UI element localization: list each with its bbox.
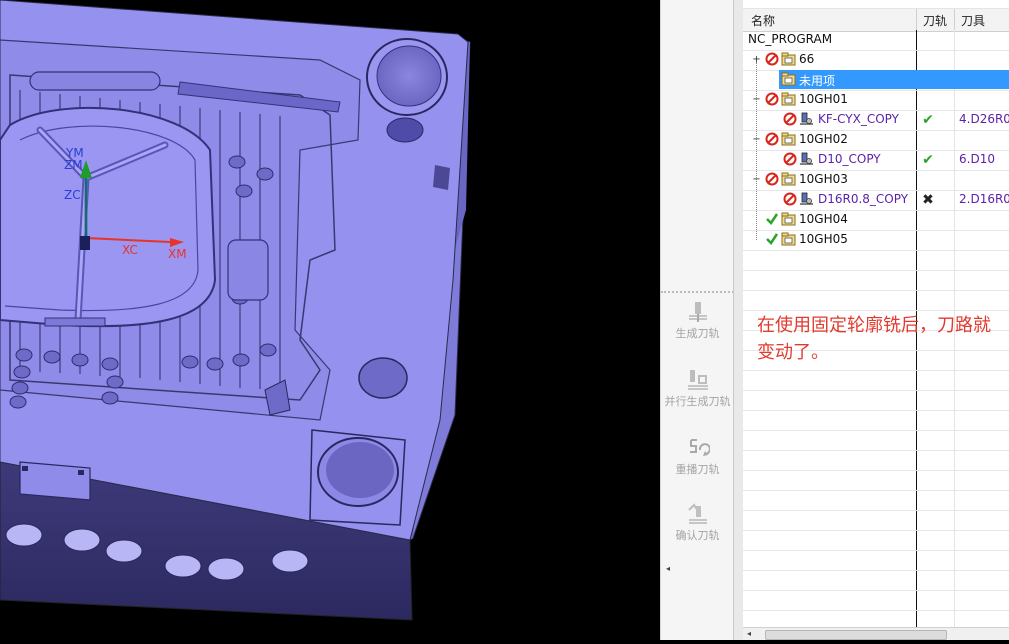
row-tool: 4.D26R0.8 [959,112,1009,126]
operation-row[interactable]: D10_COPY ✔ 6.D10 [743,150,1009,171]
row-tool: 6.D10 [959,152,995,166]
program-folder-icon [781,212,796,226]
program-folder-icon [781,72,796,86]
collapse-icon[interactable]: − [752,135,761,145]
row-tool: 2.D16R0.8 [959,192,1009,206]
parallel-generate-button[interactable]: 并行生成刀轨 [661,368,734,410]
verify-toolpath-icon [687,503,707,524]
row-name: 未用项 [799,74,836,88]
axis-label-xc: XC [122,243,138,257]
program-folder-icon [781,232,796,246]
empty-row [743,470,1009,491]
empty-row [743,590,1009,611]
empty-row [743,530,1009,551]
blocked-status-icon [783,112,797,126]
program-row[interactable]: − 10GH02 [743,130,1009,151]
program-folder-icon [781,172,796,186]
toolbar-grip[interactable] [661,291,734,293]
empty-row [743,270,1009,291]
collapse-arrow-icon[interactable]: ◂ [666,564,670,573]
row-name: 66 [799,52,815,66]
row-name: KF-CYX_COPY [818,112,899,126]
replay-toolpath-icon [689,439,710,456]
generate-toolpath-icon [688,302,707,322]
horizontal-scrollbar[interactable]: ◂ [743,627,1009,640]
empty-row [743,510,1009,531]
toolpath-toolbar: 生成刀轨 并行生成刀轨 重播刀轨 确认刀轨 ◂ [660,0,734,640]
blocked-status-icon [765,132,779,146]
operation-row[interactable]: D16R0.8_COPY ✖ 2.D16R0.8 [743,190,1009,211]
blocked-status-icon [765,92,779,106]
row-name: D10_COPY [818,152,881,166]
root-row[interactable]: NC_PROGRAM [743,30,1009,51]
column-header-name[interactable]: 名称 [751,12,775,29]
expand-icon[interactable]: + [752,55,761,65]
program-folder-icon [781,92,796,106]
toolpath-ok-icon: ✔ [922,112,934,128]
program-row[interactable]: 10GH05 [743,230,1009,251]
empty-row [743,430,1009,451]
program-folder-icon [781,52,796,66]
verify-toolpath-button[interactable]: 确认刀轨 [661,502,734,544]
parallel-generate-icon [687,370,708,390]
column-header-tool[interactable]: 刀具 [961,12,985,29]
axis-label-zm: ZM [64,158,83,172]
program-row[interactable]: +66 [743,50,1009,71]
program-row[interactable]: 未用项 [743,70,1009,91]
generate-toolpath-button[interactable]: 生成刀轨 [661,300,734,342]
operation-icon [800,192,813,205]
program-row[interactable]: 10GH04 [743,210,1009,231]
row-name: 10GH05 [799,232,848,246]
column-header-path[interactable]: 刀轨 [923,12,947,29]
empty-row [743,550,1009,571]
row-name: 10GH03 [799,172,848,186]
replay-toolpath-button[interactable]: 重播刀轨 [661,436,734,478]
annotation-text: 在使用固定轮廓铣后，刀路就变动了。 [757,315,991,363]
scroll-thumb[interactable] [765,630,947,640]
collapse-icon[interactable]: − [752,175,761,185]
operation-icon [800,112,813,125]
generate-toolpath-label: 生成刀轨 [675,327,720,340]
verify-toolpath-label: 确认刀轨 [675,529,720,542]
empty-row [743,250,1009,271]
empty-row [743,290,1009,311]
operation-navigator: 名称 刀轨 刀具 NC_PROGRAM +66 未用项 − 10GH01 KF-CYX_C… [743,0,1009,640]
empty-row [743,370,1009,391]
empty-row [743,390,1009,411]
mold-model: YM ZM ZC XC XM [0,0,471,621]
toolpath-missing-icon: ✖ [922,192,934,208]
blocked-status-icon [783,192,797,206]
empty-row [743,570,1009,591]
graphics-viewport[interactable]: YM ZM ZC XC XM [0,0,660,640]
program-folder-icon [781,132,796,146]
empty-row [743,450,1009,471]
program-row[interactable]: − 10GH01 [743,90,1009,111]
axis-label-zc: ZC [64,188,81,202]
empty-row [743,410,1009,431]
collapse-icon[interactable]: − [752,95,761,105]
toolpath-ok-icon: ✔ [922,152,934,168]
row-name: 10GH04 [799,212,848,226]
axis-label-xm: XM [168,247,187,261]
empty-row [743,490,1009,511]
blocked-status-icon [765,172,779,186]
navigator-header: 名称 刀轨 刀具 [743,8,1009,32]
complete-status-icon [766,233,779,245]
row-name: D16R0.8_COPY [818,192,909,206]
program-row[interactable]: − 10GH03 [743,170,1009,191]
operation-row[interactable]: KF-CYX_COPY ✔ 4.D26R0.8 [743,110,1009,131]
replay-toolpath-label: 重播刀轨 [675,463,720,476]
blocked-status-icon [765,52,779,66]
parallel-generate-label: 并行生成刀轨 [664,395,731,408]
blocked-status-icon [783,152,797,166]
row-name: 10GH02 [799,132,848,146]
complete-status-icon [766,213,779,225]
row-name: 10GH01 [799,92,848,106]
operation-icon [800,152,813,165]
row-name: NC_PROGRAM [748,32,833,46]
scroll-left-icon[interactable]: ◂ [747,629,751,638]
